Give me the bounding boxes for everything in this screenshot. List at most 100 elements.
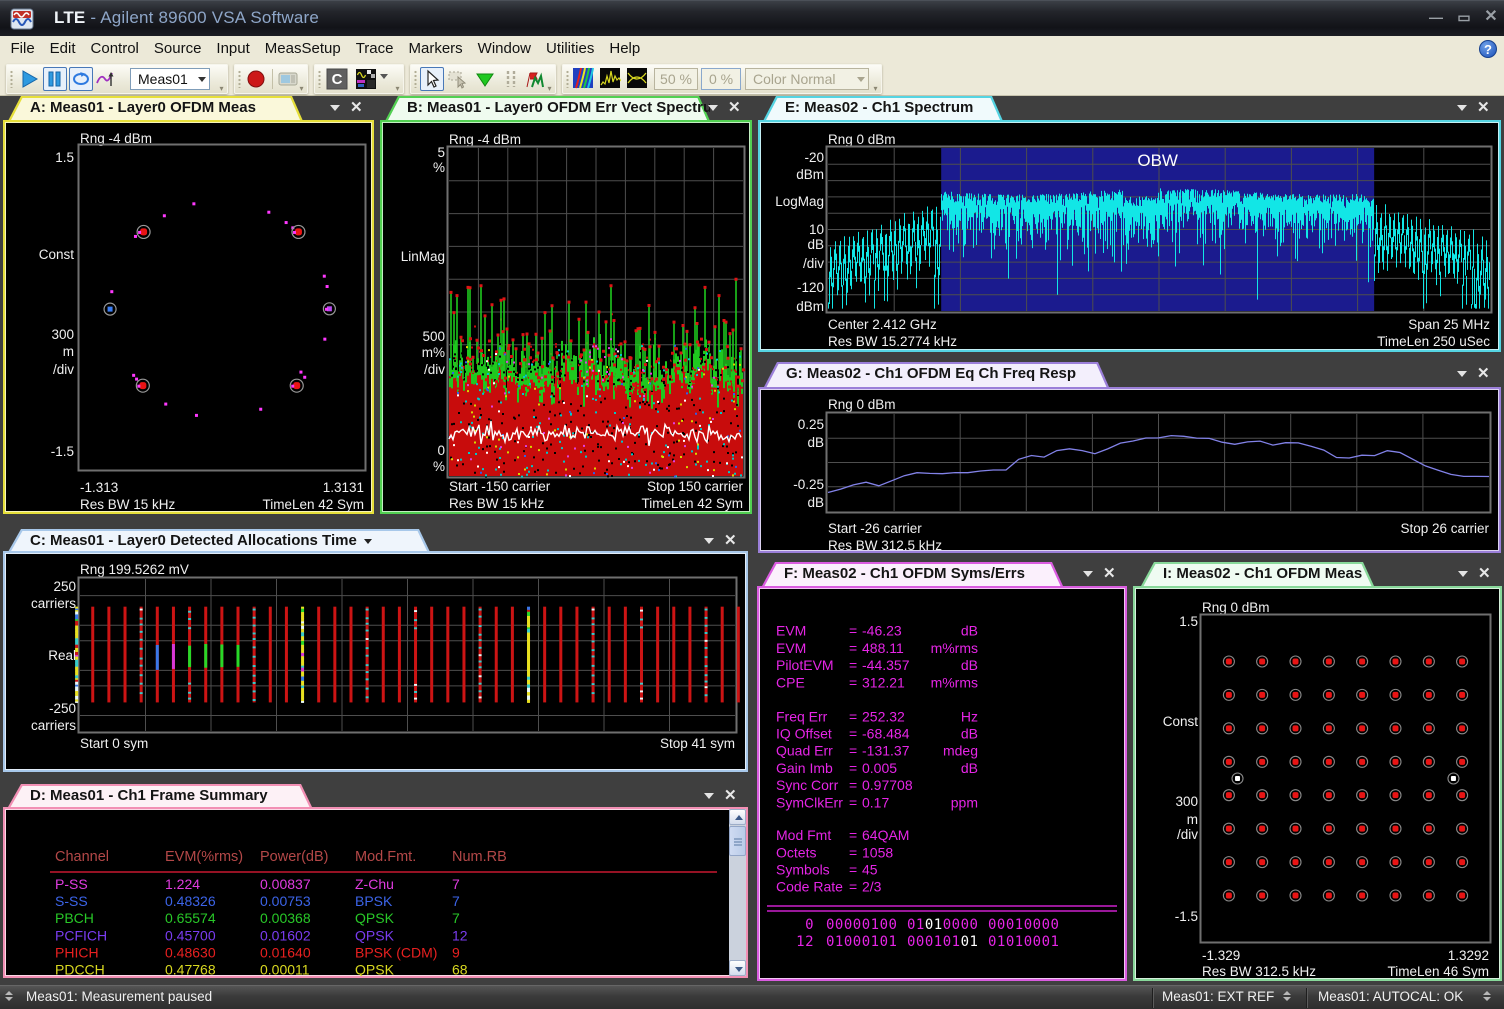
spectrum-view-icon[interactable] xyxy=(599,67,623,91)
minimize-button[interactable]: — xyxy=(1424,6,1448,28)
trace-window-body-C[interactable]: Rng 199.5262 mV250carriersReal-250carrie… xyxy=(3,551,748,772)
trace-window-body-G[interactable]: Rng 0 dBm0.25dB-0.25dBStart -26 carrierS… xyxy=(758,387,1501,553)
scrollbar-up-icon[interactable] xyxy=(729,809,746,825)
menu-trace[interactable]: Trace xyxy=(348,36,401,62)
offset-bars-icon[interactable] xyxy=(499,67,523,91)
toolbar-overflow-icon[interactable]: ▾ xyxy=(297,84,306,93)
trace-collapse-icon[interactable] xyxy=(330,105,340,111)
pointer-icon[interactable] xyxy=(420,67,444,91)
menu-control[interactable]: Control xyxy=(83,36,146,62)
status-spinner-icon[interactable] xyxy=(1483,991,1492,1001)
close-button[interactable]: ✕ xyxy=(1479,6,1503,28)
toolbar-grip[interactable] xyxy=(565,70,570,88)
trace-selector-dropdown-icon[interactable] xyxy=(364,539,372,544)
marker-flag-icon[interactable] xyxy=(522,67,546,91)
table-scrollbar[interactable] xyxy=(729,809,746,976)
spectrogram-icon[interactable] xyxy=(572,67,596,91)
trace-close-icon[interactable]: ✕ xyxy=(1478,568,1491,580)
scrollbar-thumb[interactable] xyxy=(729,826,746,856)
peak-marker-icon[interactable] xyxy=(473,67,497,91)
zoom-select-icon[interactable] xyxy=(446,67,470,91)
toolbar-overflow-icon[interactable]: ▾ xyxy=(871,84,880,93)
trace-window-title-I: I: Meas02 - Ch1 OFDM Meas xyxy=(1163,565,1362,582)
menu-meassetup[interactable]: MeasSetup xyxy=(257,36,348,62)
trace-window-tab-F[interactable]: F: Meas02 - Ch1 OFDM Syms/Errs xyxy=(762,562,1063,586)
toolbar-grip[interactable] xyxy=(9,70,14,88)
toolbar-overflow-icon[interactable]: ▾ xyxy=(217,84,226,93)
trace-window-body-I[interactable]: Rng 0 dBm1.5Const300m/div-1.5-1.3291.329… xyxy=(1133,586,1502,981)
constellation-point-magenta xyxy=(135,378,138,381)
maximize-button[interactable]: ▭ xyxy=(1452,6,1476,28)
trace-close-icon[interactable]: ✕ xyxy=(1103,568,1116,580)
trace-collapse-icon[interactable] xyxy=(1457,105,1467,111)
allocation-bar-stripe xyxy=(705,656,708,658)
trace-close-icon[interactable]: ✕ xyxy=(1477,102,1490,114)
trace-close-icon[interactable]: ✕ xyxy=(1477,368,1490,380)
trace-window-body-D[interactable]: ChannelEVM(%rms)Power(dB)Mod.Fmt.Num.RBP… xyxy=(3,807,748,978)
trace-collapse-icon[interactable] xyxy=(1083,571,1093,577)
correction-icon[interactable]: C xyxy=(325,67,349,91)
pause-icon[interactable] xyxy=(43,67,67,91)
scrollbar-down-icon[interactable] xyxy=(729,960,746,976)
menu-markers[interactable]: Markers xyxy=(401,36,470,62)
eye-diagram-icon[interactable] xyxy=(626,67,650,91)
layout-grid-icon[interactable] xyxy=(354,67,378,91)
plot-frame xyxy=(79,145,366,471)
record-icon[interactable] xyxy=(244,67,268,91)
trace-window-body-B[interactable]: Rng -4 dBm5%LinMag500m%/div0%Start -150 … xyxy=(380,120,752,514)
menu-utilities[interactable]: Utilities xyxy=(539,36,602,62)
trace-close-icon[interactable]: ✕ xyxy=(724,535,737,547)
status-separator xyxy=(1306,988,1307,1008)
trace-collapse-icon[interactable] xyxy=(704,793,714,799)
help-icon[interactable]: ? xyxy=(1479,40,1497,58)
status-spinner-icon[interactable] xyxy=(5,991,14,1001)
menu-input[interactable]: Input xyxy=(209,36,257,62)
toolbar-overflow-icon[interactable]: ▾ xyxy=(393,84,402,93)
trace-window-tab-B[interactable]: B: Meas01 - Layer0 OFDM Err Vect Spectru xyxy=(385,96,710,121)
table-header: EVM(%rms) xyxy=(165,849,243,865)
measurement-select[interactable]: Meas01 xyxy=(130,68,210,90)
constellation-point-red xyxy=(1459,859,1465,865)
trace-window-body-F[interactable]: EVM=-46.23dBEVM=488.11m%rmsPilotEVM=-44.… xyxy=(757,586,1127,981)
trace-collapse-icon[interactable] xyxy=(704,538,714,544)
trigger-icon[interactable] xyxy=(94,67,118,91)
menu-window[interactable]: Window xyxy=(470,36,538,62)
trace-window-body-A[interactable]: Rng -4 dBm1.5Const300m/div-1.5-1.3131.31… xyxy=(3,120,374,514)
toolbar-overflow-icon[interactable]: ▾ xyxy=(545,84,554,93)
toolbar-grip[interactable] xyxy=(237,70,242,88)
menu-help[interactable]: Help xyxy=(602,36,648,62)
trace-window-tab-G[interactable]: G: Meas02 - Ch1 OFDM Eq Ch Freq Resp xyxy=(764,362,1109,387)
play-icon[interactable] xyxy=(17,67,41,91)
menu-edit[interactable]: Edit xyxy=(42,36,83,62)
layout-dropdown-icon[interactable] xyxy=(380,74,388,79)
trace-window-tab-D[interactable]: D: Meas01 - Ch1 Frame Summary xyxy=(8,784,312,807)
axis-label: carriers xyxy=(31,718,76,733)
trace-window-tab-I[interactable]: I: Meas02 - Ch1 OFDM Meas xyxy=(1141,562,1374,586)
offset-percent-field[interactable]: 0 % xyxy=(701,68,741,90)
restart-icon[interactable] xyxy=(69,67,93,91)
trace-close-icon[interactable]: ✕ xyxy=(350,102,363,114)
allocation-bar-segment xyxy=(301,659,304,663)
allocation-bar-segment xyxy=(75,664,78,668)
allocation-bar xyxy=(624,607,627,703)
trace-close-icon[interactable]: ✕ xyxy=(728,102,741,114)
status-spinner-icon[interactable] xyxy=(1283,991,1292,1001)
trace-close-icon[interactable]: ✕ xyxy=(724,790,737,802)
menu-source[interactable]: Source xyxy=(146,36,209,62)
trace-window-tab-A[interactable]: A: Meas01 - Layer0 OFDM Meas xyxy=(8,96,303,121)
trace-percent-field[interactable]: 50 % xyxy=(654,68,698,90)
readout-unit: dB xyxy=(961,726,978,742)
toolbar-grip[interactable] xyxy=(317,70,322,88)
toolbar-grip[interactable] xyxy=(413,70,418,88)
menu-file[interactable]: File xyxy=(3,36,42,62)
trace-collapse-icon[interactable] xyxy=(1457,371,1467,377)
trace-window-tab-E[interactable]: E: Meas02 - Ch1 Spectrum xyxy=(763,96,1003,121)
trace-collapse-icon[interactable] xyxy=(708,105,718,111)
constellation-point-red xyxy=(1259,826,1265,832)
trace-window-tab-C[interactable]: C: Meas01 - Layer0 Detected Allocations … xyxy=(8,529,430,552)
allocation-bar-stripe xyxy=(640,690,643,692)
table-cell: 68 xyxy=(452,962,468,977)
trace-collapse-icon[interactable] xyxy=(1458,571,1468,577)
color-mode-select[interactable]: Color Normal xyxy=(745,68,869,90)
trace-window-body-E[interactable]: Rng 0 dBmOBW-20dBmLogMag10dB/div-120dBmC… xyxy=(758,120,1501,352)
